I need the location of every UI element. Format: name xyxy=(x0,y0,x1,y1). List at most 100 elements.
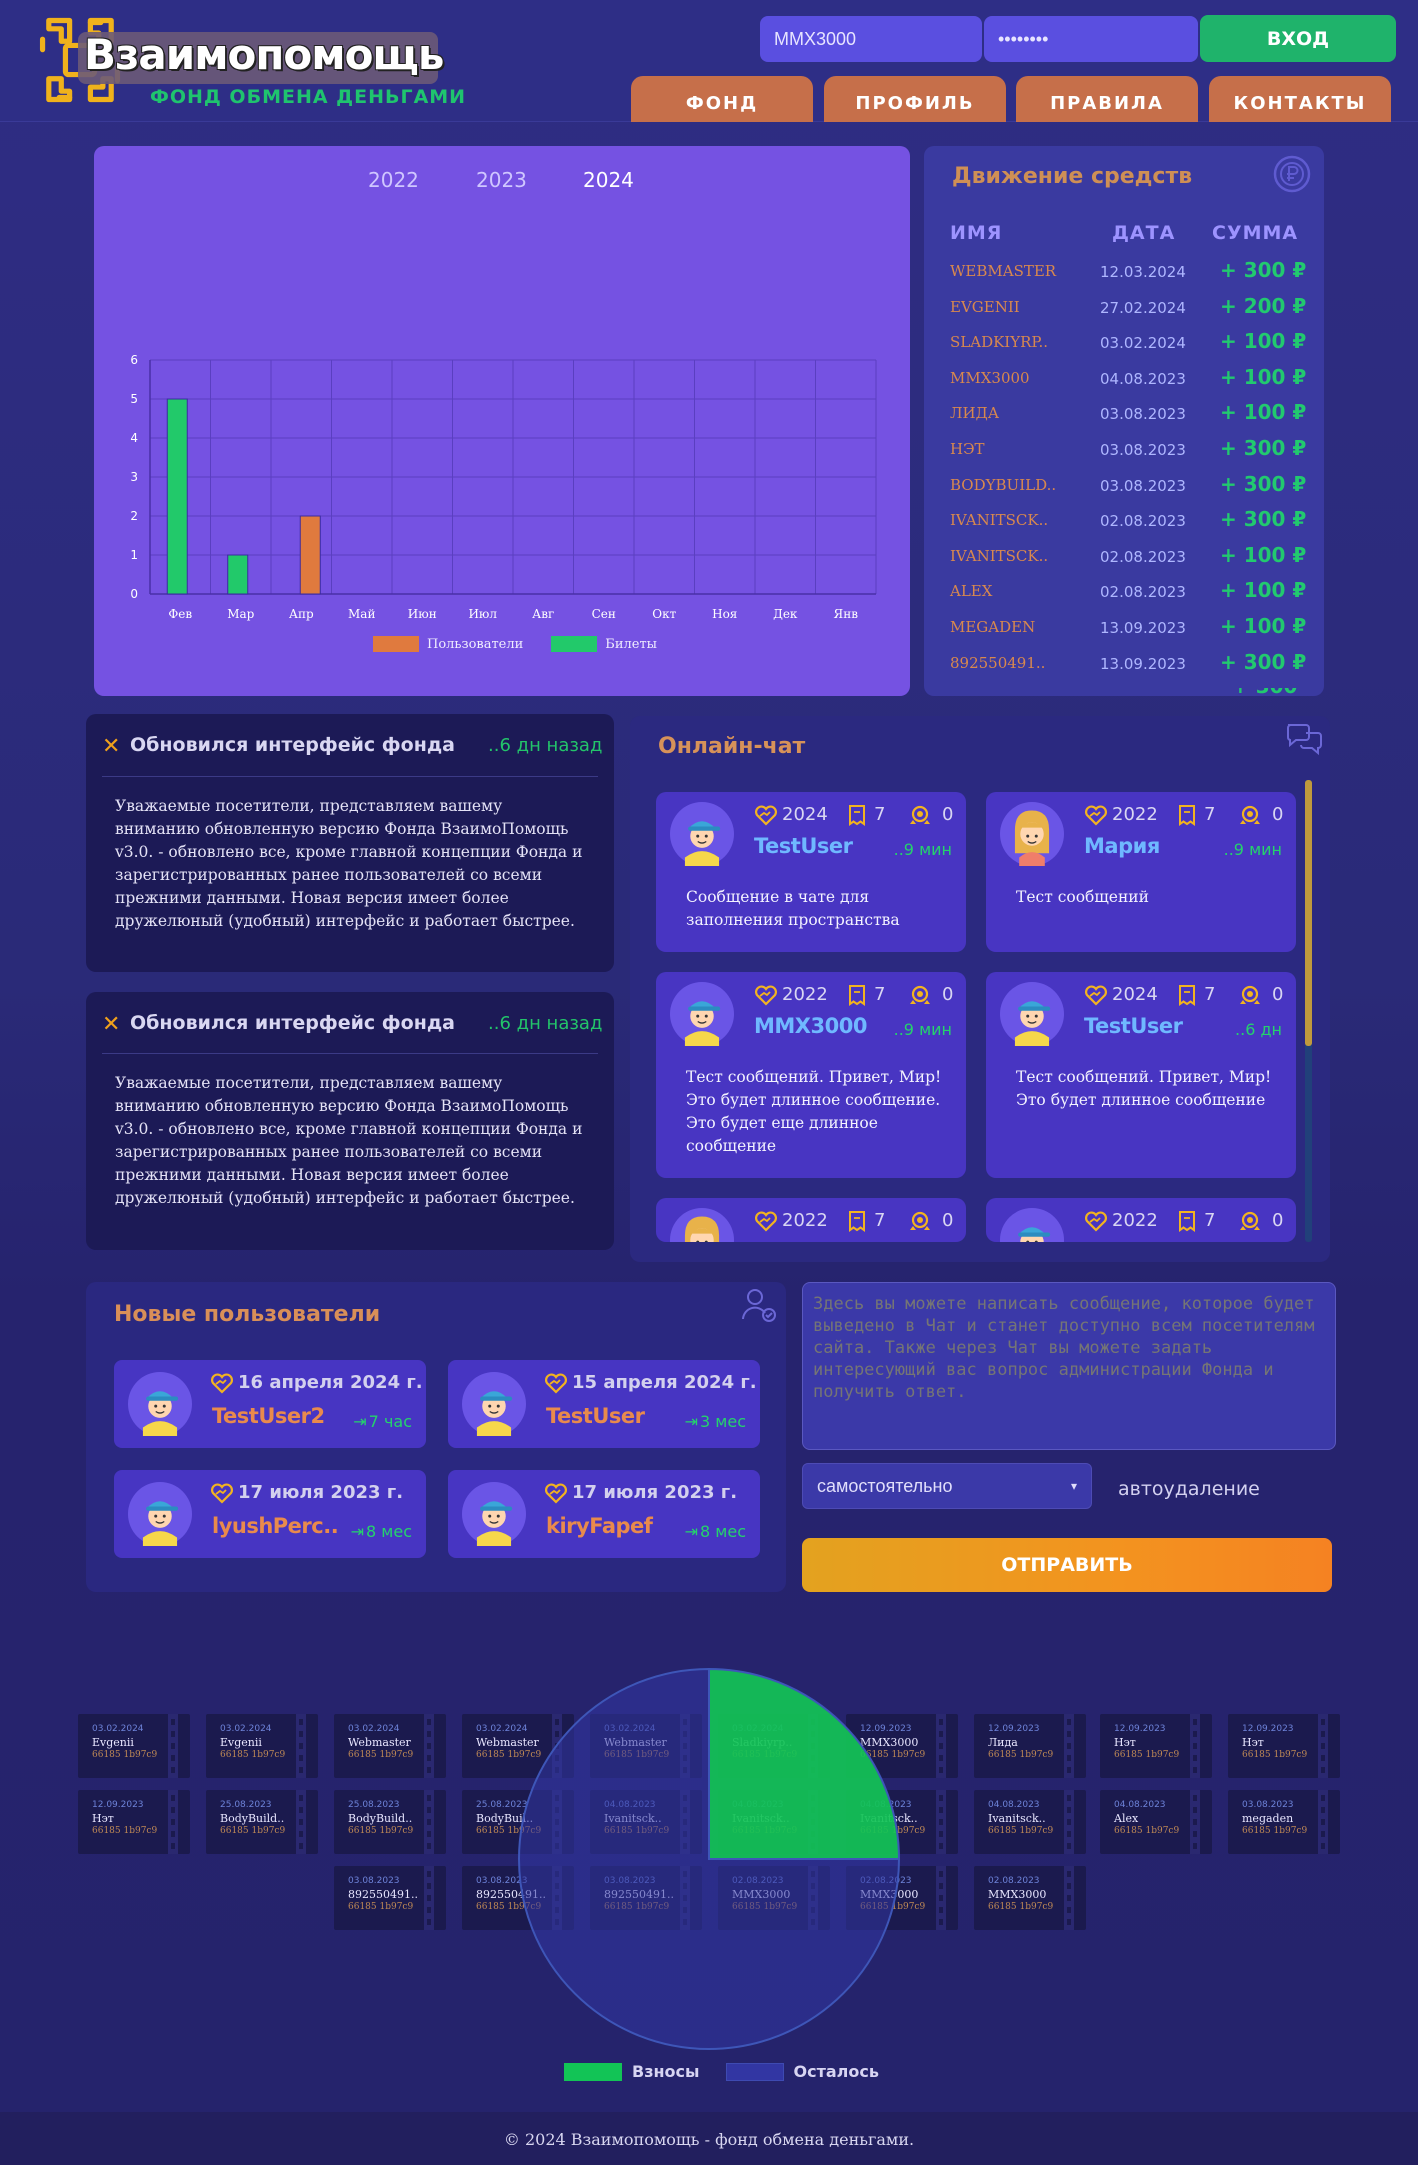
ticket-code: 66185 1b97c9 xyxy=(988,1750,1054,1760)
ticket-perforation xyxy=(427,1907,431,1913)
ticket-card[interactable]: 25.08.2023 BodyBuild.. 66185 1b97c9 xyxy=(206,1790,318,1854)
money-row-name: 892550491.. xyxy=(950,653,1046,672)
ticket-perforation xyxy=(299,1843,303,1849)
new-user-card[interactable]: 17 июля 2023 г. lyushPerc.. ⇥ 8 мес xyxy=(114,1470,426,1558)
ticket-card[interactable]: 02.08.2023 MMX300066185 1b97c9 xyxy=(974,1866,1086,1930)
bar-users[interactable] xyxy=(299,515,321,595)
pie-legend-swatch-contrib xyxy=(564,2062,622,2081)
new-user-name[interactable]: TestUser xyxy=(546,1404,645,1428)
chat-message-card[interactable]: 2024 7 0 TestUser ..6 дн Тест сообщений. Прив… xyxy=(986,972,1296,1178)
chat-scrollbar-thumb[interactable] xyxy=(1305,780,1312,1046)
ticket-card[interactable]: 03.02.2024 Webmaster66185 1b97c9 xyxy=(334,1714,446,1778)
money-row-name: IVANITSCK.. xyxy=(950,511,1049,530)
ticket-perforation xyxy=(1193,1831,1197,1837)
ticket-perforation xyxy=(939,1831,943,1837)
ticket-perforation xyxy=(427,1743,431,1749)
ticket-card[interactable]: 03.02.2024 Evgenii 66185 1b97c9 xyxy=(206,1714,318,1778)
legend-swatch-users xyxy=(373,636,419,652)
nav-tab-fund[interactable]: ФОНД xyxy=(631,76,813,122)
ticket-card[interactable]: 12.09.2023 Лида 66185 1b97c9 xyxy=(974,1714,1086,1778)
chat-user-name[interactable]: TestUser xyxy=(1084,1014,1183,1038)
ticket-card[interactable]: 04.08.2023 Alex 66185 1b97c9 xyxy=(1100,1790,1212,1854)
handshake-heart-icon xyxy=(211,1373,233,1394)
boy-avatar-icon xyxy=(462,1372,526,1436)
y-tick-label: 6 xyxy=(130,353,138,367)
new-user-name[interactable]: kiryFapef xyxy=(546,1514,653,1538)
new-user-card[interactable]: 17 июля 2023 г. kiryFapef ⇥ 8 мес xyxy=(448,1470,760,1558)
chat-message-card[interactable]: 2022 7 0 MMX3000 ..9 мин Тест сообщений. Прив… xyxy=(656,972,966,1178)
ticket-date: 12.09.2023 xyxy=(1242,1724,1294,1734)
new-user-name[interactable]: lyushPerc.. xyxy=(212,1514,339,1538)
chat-message-input[interactable] xyxy=(802,1282,1336,1450)
ticket-perforation xyxy=(1321,1819,1325,1825)
close-x-icon[interactable]: ✕ xyxy=(102,734,120,759)
money-row-sum: + 100 ₽ xyxy=(1220,542,1307,567)
ticket-perforation xyxy=(939,1795,943,1801)
login-button[interactable]: ВХОД xyxy=(1200,15,1396,62)
ticket-perforation xyxy=(1193,1755,1197,1761)
money-row-sum: + 300 ₽ xyxy=(1220,507,1307,532)
ticket-card[interactable]: 25.08.2023 BodyBuild.. 66185 1b97c9 xyxy=(334,1790,446,1854)
bar-tickets[interactable] xyxy=(166,398,188,595)
ticket-perforation xyxy=(171,1819,175,1825)
pie-legend: Взносы Осталось xyxy=(564,2062,879,2081)
ticket-perforation xyxy=(1321,1795,1325,1801)
login-arrow-icon: ⇥ xyxy=(350,1522,365,1541)
password-input[interactable] xyxy=(984,16,1198,62)
new-user-name[interactable]: TestUser2 xyxy=(212,1404,325,1428)
y-tick-label: 0 xyxy=(130,587,138,601)
ticket-card[interactable]: 03.08.2023 892550491..66185 1b97c9 xyxy=(334,1866,446,1930)
money-row-sum: + 100 ₽ xyxy=(1220,578,1307,603)
autodelete-select[interactable]: самостоятельно ▾ xyxy=(802,1463,1092,1509)
ticket-code: 66185 1b97c9 xyxy=(348,1826,414,1836)
ticket-card[interactable]: 03.02.2024 Evgenii 66185 1b97c9 xyxy=(78,1714,190,1778)
ticket-card[interactable]: 12.09.2023 Нэт 66185 1b97c9 xyxy=(78,1790,190,1854)
chat-user-awards: 0 xyxy=(1272,984,1284,1005)
nav-tab-rules[interactable]: ПРАВИЛА xyxy=(1016,76,1198,122)
ticket-card[interactable]: 12.09.2023 Нэт 66185 1b97c9 xyxy=(1228,1714,1340,1778)
ticket-date: 03.02.2024 xyxy=(92,1724,144,1734)
chat-user-name[interactable]: Мария xyxy=(1084,834,1160,858)
chat-user-name[interactable]: MMX3000 xyxy=(754,1014,867,1038)
money-row-date: 27.02.2024 xyxy=(1100,298,1186,317)
nav-tab-profile[interactable]: ПРОФИЛЬ xyxy=(824,76,1006,122)
money-row-name: WEBMASTER xyxy=(950,262,1057,280)
ticket-card[interactable]: 12.09.2023 Нэт 66185 1b97c9 xyxy=(1100,1714,1212,1778)
bar-tickets[interactable] xyxy=(227,554,249,595)
chat-message-card[interactable]: 2022 7 0 xyxy=(656,1198,966,1242)
ticket-perforation xyxy=(171,1767,175,1773)
send-message-button[interactable]: ОТПРАВИТЬ xyxy=(802,1538,1332,1592)
new-user-card[interactable]: 16 апреля 2024 г. TestUser2 ⇥ 7 час xyxy=(114,1360,426,1448)
new-user-registered-ago: ⇥ 7 час xyxy=(353,1412,412,1431)
chat-message-time: ..9 мин xyxy=(893,1020,952,1039)
chat-message-text: Тест сообщений xyxy=(1016,888,1149,906)
legend-label-users: Пользователи xyxy=(427,636,524,652)
news-divider xyxy=(102,776,598,777)
chat-user-name[interactable]: TestUser xyxy=(754,834,853,858)
ticket-card[interactable]: 03.08.2023 megaden 66185 1b97c9 xyxy=(1228,1790,1340,1854)
nav-tab-contacts[interactable]: КОНТАКТЫ xyxy=(1209,76,1391,122)
pie-slice-contributions[interactable] xyxy=(708,1667,901,1860)
ticket-perforation xyxy=(1321,1755,1325,1761)
handshake-heart-icon xyxy=(211,1483,233,1504)
chat-message-card[interactable]: 2022 7 0 xyxy=(986,1198,1296,1242)
ticket-perforation xyxy=(939,1767,943,1773)
chat-message-card[interactable]: 2024 7 0 TestUser ..9 мин Сообщение в чате дл… xyxy=(656,792,966,952)
login-input[interactable] xyxy=(760,16,982,62)
chat-message-card[interactable]: 2022 7 0 Мария ..9 мин Тест сообщений xyxy=(986,792,1296,952)
autodelete-select-value: самостоятельно xyxy=(817,1475,953,1496)
new-user-card[interactable]: 15 апреля 2024 г. TestUser ⇥ 3 мес xyxy=(448,1360,760,1448)
ticket-code: 66185 1b97c9 xyxy=(1114,1750,1180,1760)
chat-user-awards: 0 xyxy=(1272,1210,1284,1231)
ticket-perforation xyxy=(1321,1831,1325,1837)
ticket-card[interactable]: 04.08.2023 Ivanitsck..66185 1b97c9 xyxy=(974,1790,1086,1854)
ticket-icon xyxy=(1179,805,1195,826)
ticket-perforation xyxy=(427,1831,431,1837)
close-x-icon[interactable]: ✕ xyxy=(102,1012,120,1037)
ticket-perforation xyxy=(1067,1895,1071,1901)
news-time: ..6 дн назад xyxy=(488,1013,603,1034)
chart-legend: Пользователи Билеты xyxy=(373,636,657,652)
money-row-name: НЭТ xyxy=(950,440,985,458)
ticket-name: Evgenii xyxy=(92,1736,134,1749)
chat-user-tickets: 7 xyxy=(874,1210,886,1231)
